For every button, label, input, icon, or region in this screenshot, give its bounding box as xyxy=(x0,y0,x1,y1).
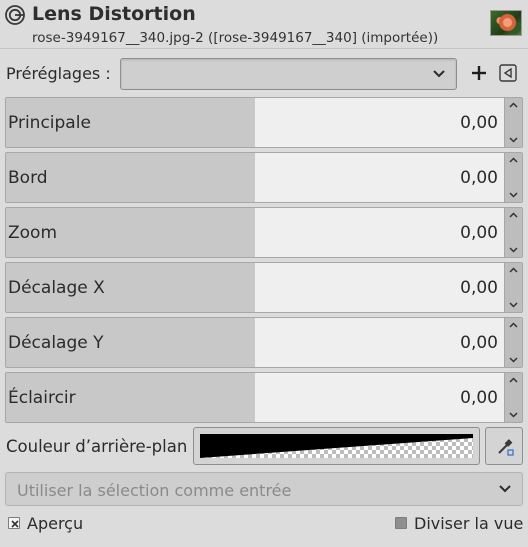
slider-label: Principale xyxy=(8,113,91,133)
chevron-down-icon[interactable] xyxy=(509,137,518,143)
color-swatch xyxy=(200,434,473,458)
dialog-title: Lens Distortion xyxy=(32,3,196,25)
chevron-down-icon xyxy=(433,70,445,78)
chevron-up-icon[interactable] xyxy=(509,212,518,218)
slider-bord[interactable]: Bord 0,00 xyxy=(5,152,523,203)
slider-value[interactable]: 0,00 xyxy=(460,113,498,133)
chevron-up-icon[interactable] xyxy=(509,267,518,273)
color-picker-icon xyxy=(498,439,514,456)
slider-principale[interactable]: Principale 0,00 xyxy=(5,97,523,148)
slider-decalage-y[interactable]: Décalage Y 0,00 xyxy=(5,317,523,368)
menu-arrow-icon[interactable] xyxy=(497,62,519,84)
background-color-button[interactable] xyxy=(193,427,480,465)
spin-buttons[interactable] xyxy=(504,263,522,312)
spin-buttons[interactable] xyxy=(504,373,522,422)
chevron-down-icon[interactable] xyxy=(509,247,518,253)
slider-value[interactable]: 0,00 xyxy=(460,388,498,408)
spin-buttons[interactable] xyxy=(504,98,522,147)
presets-label: Préréglages : xyxy=(6,64,111,83)
dialog-header: Lens Distortion rose-3949167__340.jpg-2 … xyxy=(0,0,528,48)
slider-label: Zoom xyxy=(8,223,58,243)
selection-input-value: Utiliser la sélection comme entrée xyxy=(17,481,292,500)
split-view-label[interactable]: Diviser la vue xyxy=(414,514,523,533)
selection-input-combo[interactable]: Utiliser la sélection comme entrée xyxy=(5,472,523,506)
slider-decalage-x[interactable]: Décalage X 0,00 xyxy=(5,262,523,313)
gimp-logo-icon xyxy=(5,5,25,25)
preview-label[interactable]: Aperçu xyxy=(27,514,83,533)
slider-value[interactable]: 0,00 xyxy=(460,278,498,298)
slider-label: Décalage X xyxy=(8,278,105,298)
slider-label: Éclaircir xyxy=(8,388,76,408)
slider-label: Décalage Y xyxy=(8,333,104,353)
chevron-up-icon[interactable] xyxy=(509,322,518,328)
chevron-up-icon[interactable] xyxy=(509,377,518,383)
preview-checkbox[interactable] xyxy=(8,517,20,529)
background-color-label: Couleur d’arrière-plan xyxy=(6,437,188,456)
image-thumbnail xyxy=(490,10,522,36)
chevron-down-icon xyxy=(499,485,511,493)
spin-buttons[interactable] xyxy=(504,318,522,367)
spin-buttons[interactable] xyxy=(504,153,522,202)
chevron-down-icon[interactable] xyxy=(509,302,518,308)
spin-buttons[interactable] xyxy=(504,208,522,257)
chevron-down-icon[interactable] xyxy=(509,192,518,198)
color-picker-button[interactable] xyxy=(485,427,523,465)
split-view-checkbox[interactable] xyxy=(395,517,407,529)
chevron-down-icon[interactable] xyxy=(509,357,518,363)
slider-label: Bord xyxy=(8,168,48,188)
header-divider xyxy=(0,48,528,49)
slider-value[interactable]: 0,00 xyxy=(460,168,498,188)
presets-combo[interactable] xyxy=(120,58,457,90)
slider-value[interactable]: 0,00 xyxy=(460,223,498,243)
slider-zoom[interactable]: Zoom 0,00 xyxy=(5,207,523,258)
chevron-up-icon[interactable] xyxy=(509,102,518,108)
chevron-up-icon[interactable] xyxy=(509,157,518,163)
color-swatch-fill xyxy=(200,434,473,458)
chevron-down-icon[interactable] xyxy=(509,412,518,418)
slider-value[interactable]: 0,00 xyxy=(460,333,498,353)
plus-icon[interactable] xyxy=(466,60,492,86)
image-name: rose-3949167__340.jpg-2 ([rose-3949167__… xyxy=(32,30,439,46)
checkmark-icon xyxy=(11,520,19,528)
slider-eclaircir[interactable]: Éclaircir 0,00 xyxy=(5,372,523,423)
